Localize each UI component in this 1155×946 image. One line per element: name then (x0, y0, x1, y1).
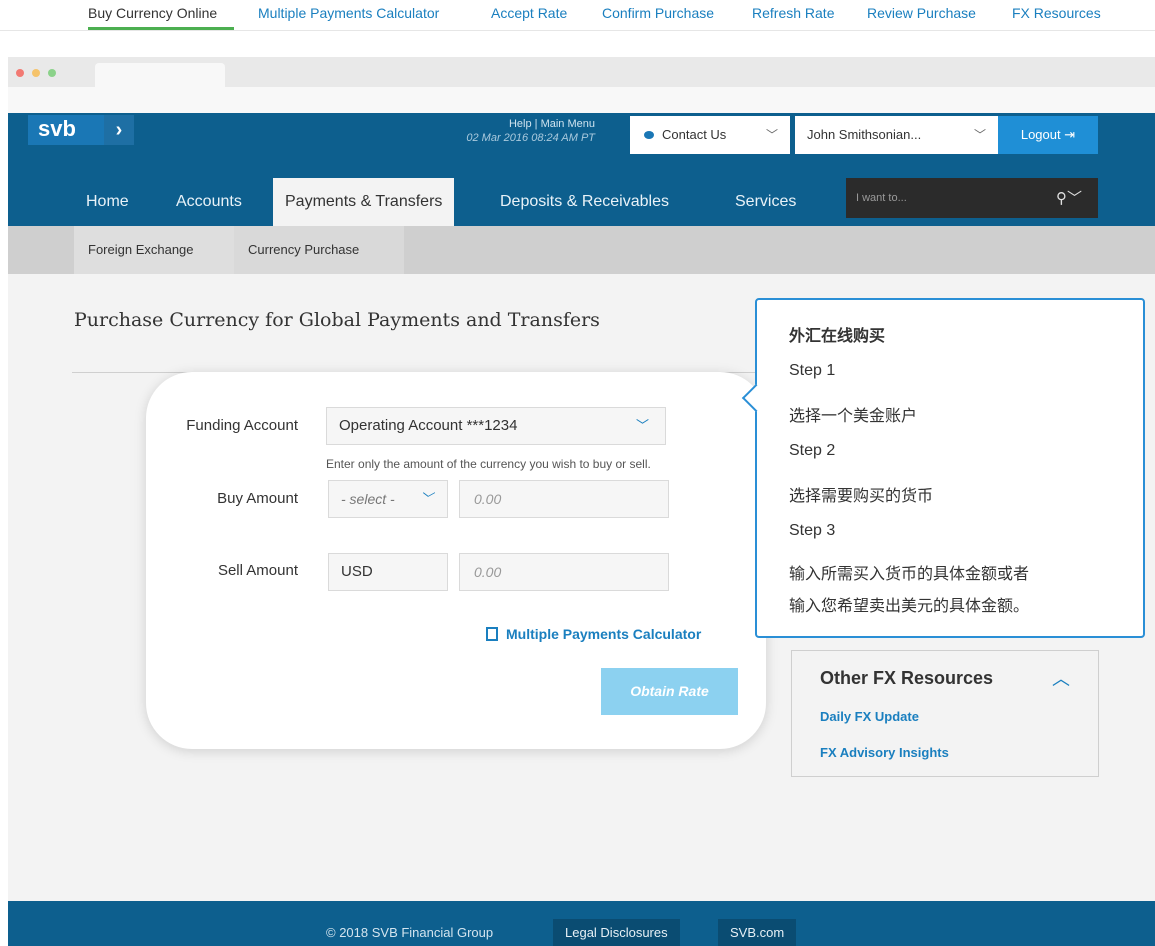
sell-currency-value: USD (341, 563, 373, 580)
fx-resources-title: Other FX Resources (820, 668, 994, 688)
tooltip-title: 外汇在线购买 (789, 328, 886, 345)
tooltip-step1-text: 选择一个美金账户 (789, 408, 918, 425)
page-title: Purchase Currency for Global Payments an… (74, 309, 600, 331)
chat-bubble-icon (644, 131, 654, 139)
buy-currency-select[interactable]: - select - ﹀ (328, 480, 448, 518)
buy-amount-label: Buy Amount (217, 490, 298, 507)
logo-text: svb (38, 116, 76, 141)
page-footer: © 2018 SVB Financial Group Legal Disclos… (8, 901, 1155, 946)
fx-resources-panel: Other FX Resources ︿ Daily FX Update FX … (791, 650, 1099, 777)
chevron-down-icon: ﹀ (419, 491, 433, 506)
legal-disclosures-link[interactable]: Legal Disclosures (553, 919, 680, 946)
nav-home[interactable]: Home (86, 178, 129, 226)
main-nav: Home Accounts Payments & Transfers Depos… (8, 178, 1155, 226)
sell-amount-input[interactable]: 0.00 (459, 553, 669, 591)
user-name: John Smithsonian... (807, 127, 922, 142)
obtain-rate-button[interactable]: Obtain Rate (601, 668, 738, 715)
tutorial-tab-fx-resources[interactable]: FX Resources (1012, 5, 1101, 21)
funding-account-select[interactable]: Operating Account ***1234 ﹀ (326, 407, 666, 445)
tutorial-tooltip: 外汇在线购买 Step 1 选择一个美金账户 Step 2 选择需要购买的货币 … (741, 298, 1145, 638)
logout-button[interactable]: Logout ⇥ (998, 116, 1098, 154)
main-menu-link[interactable]: Main Menu (541, 118, 595, 130)
tooltip-step3-text-1: 输入所需买入货币的具体金额或者 (789, 566, 1030, 583)
funding-account-label: Funding Account (186, 417, 298, 434)
breadcrumb-foreign-exchange[interactable]: Foreign Exchange (74, 226, 242, 274)
buy-currency-value: - select - (341, 491, 395, 507)
tutorial-tab-refresh-rate[interactable]: Refresh Rate (752, 5, 834, 21)
contact-us-label: Contact Us (662, 127, 727, 142)
nav-deposits-receivables[interactable]: Deposits & Receivables (500, 178, 669, 226)
buy-amount-input[interactable]: 0.00 (459, 480, 669, 518)
search-input[interactable] (856, 188, 1036, 208)
copyright: © 2018 SVB Financial Group (326, 925, 494, 940)
amount-hint: Enter only the amount of the currency yo… (326, 457, 651, 471)
tutorial-tab-multiple-payments-calculator[interactable]: Multiple Payments Calculator (258, 5, 439, 21)
timestamp: 02 Mar 2016 08:24 AM PT (466, 132, 595, 144)
fx-advisory-insights-link[interactable]: FX Advisory Insights (820, 745, 949, 760)
logout-label: Logout (1020, 127, 1061, 142)
currency-purchase-form: Funding Account Operating Account ***123… (146, 372, 766, 749)
tooltip-step2-text: 选择需要购买的货币 (789, 488, 934, 505)
tooltip-step1: Step 1 (789, 362, 836, 379)
funding-account-value: Operating Account ***1234 (339, 417, 518, 434)
user-menu-button[interactable]: John Smithsonian... ﹀ (795, 116, 998, 154)
nav-services[interactable]: Services (735, 178, 796, 226)
tutorial-tab-confirm-purchase[interactable]: Confirm Purchase (602, 5, 714, 21)
chevron-down-icon: ﹀ (635, 418, 649, 433)
contact-us-button[interactable]: Contact Us ﹀ (630, 116, 790, 154)
browser-tab[interactable] (95, 63, 225, 87)
tooltip-step3: Step 3 (789, 522, 836, 539)
svb-com-link[interactable]: SVB.com (718, 919, 797, 946)
chevron-down-icon: ﹀ (765, 128, 778, 142)
nav-payments-transfers[interactable]: Payments & Transfers (273, 178, 455, 226)
browser-toolbar (8, 87, 1155, 113)
breadcrumb: Foreign Exchange Currency Purchase (8, 226, 1155, 274)
close-window-dot[interactable] (16, 69, 24, 77)
calculator-icon (486, 627, 498, 641)
active-tab-underline (88, 27, 234, 30)
tutorial-tab-accept-rate[interactable]: Accept Rate (491, 5, 567, 21)
tutorial-tab-review-purchase[interactable]: Review Purchase (867, 5, 976, 21)
maximize-window-dot[interactable] (48, 69, 56, 77)
tooltip-step3-text-2: 输入您希望卖出美元的具体金额。 (789, 598, 1030, 615)
logout-icon: ⇥ (1064, 127, 1076, 142)
tutorial-tab-buy-currency-online[interactable]: Buy Currency Online (88, 5, 217, 21)
sell-currency-field[interactable]: USD (328, 553, 448, 591)
tutorial-nav: Buy Currency Online Multiple Payments Ca… (0, 0, 1155, 31)
chevron-up-icon[interactable]: ︿ (1052, 665, 1070, 691)
svb-logo[interactable]: svb › (28, 115, 134, 145)
logo-chevron-icon: › (104, 115, 134, 145)
minimize-window-dot[interactable] (32, 69, 40, 77)
nav-accounts[interactable]: Accounts (176, 178, 242, 226)
help-menu: Help | Main Menu 02 Mar 2016 08:24 AM PT (466, 117, 595, 145)
help-link[interactable]: Help (509, 118, 532, 130)
search-bar: ⚲﹀ (846, 178, 1098, 218)
breadcrumb-currency-purchase[interactable]: Currency Purchase (234, 226, 404, 274)
multiple-payments-calculator-link[interactable]: Multiple Payments Calculator (486, 626, 701, 642)
tooltip-step2: Step 2 (789, 442, 836, 459)
calculator-link-label: Multiple Payments Calculator (506, 626, 702, 642)
chevron-down-icon: ﹀ (973, 128, 986, 142)
browser-chrome (8, 57, 1155, 113)
help-separator: | (534, 118, 538, 130)
daily-fx-update-link[interactable]: Daily FX Update (820, 709, 919, 724)
sell-amount-label: Sell Amount (217, 562, 298, 579)
search-icon[interactable]: ⚲﹀ (1056, 187, 1082, 208)
